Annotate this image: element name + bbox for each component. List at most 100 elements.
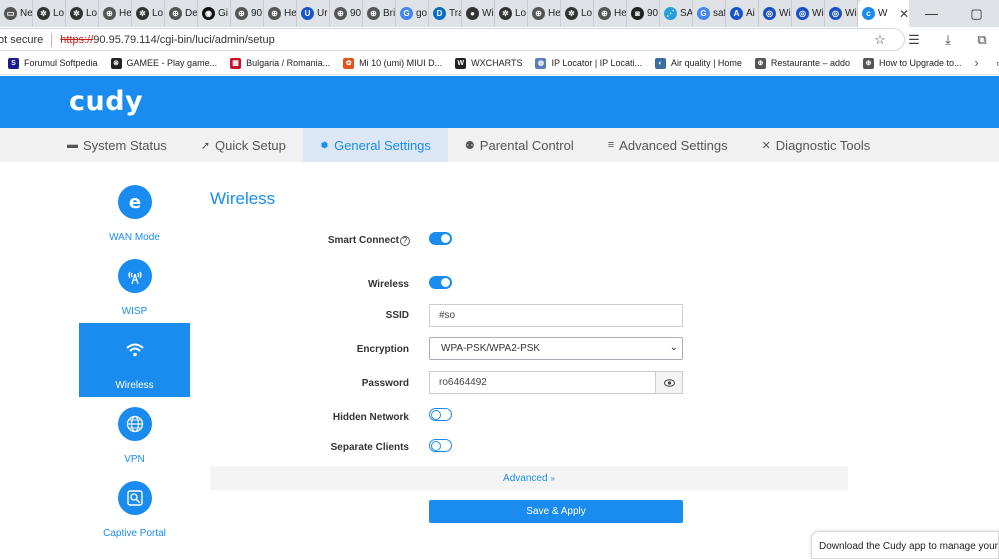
help-icon[interactable]: ?	[400, 236, 410, 246]
browser-tab[interactable]: ⊕ 90	[330, 0, 363, 27]
bookmark-item[interactable]: ⊕ How to Upgrade to...	[862, 57, 962, 69]
nav-tab-system-status[interactable]: ▬ System Status	[50, 128, 184, 162]
side-item-label: WISP	[121, 306, 148, 317]
address-separator	[51, 32, 53, 47]
browser-tab[interactable]: A Ai	[726, 0, 759, 27]
nav-tab-quick-setup[interactable]: ➚ Quick Setup	[184, 128, 303, 162]
nav-tab-general-settings[interactable]: ✹ General Settings	[302, 128, 448, 162]
bookmarks-more-icon[interactable]: ›	[975, 56, 979, 70]
side-item-wireless[interactable]: Wireless	[79, 323, 190, 397]
browser-tab[interactable]: ◎ Wi	[825, 0, 858, 27]
browser-tab[interactable]: ⊕ He	[528, 0, 561, 27]
hidden-network-toggle[interactable]	[429, 408, 452, 421]
encryption-value: WPA-PSK/WPA2-PSK	[441, 343, 541, 354]
u-icon: U	[301, 7, 314, 20]
browser-tab-active[interactable]: c W ✕	[858, 0, 914, 27]
bookmark-label: Air quality | Home	[671, 58, 742, 68]
browser-tab[interactable]: ⋰ SA	[660, 0, 693, 27]
app-download-banner[interactable]: Download the Cudy app to manage your net…	[811, 531, 999, 559]
browser-tab[interactable]: ✲ Lo	[33, 0, 66, 27]
browser-tab[interactable]: ⊕ He	[99, 0, 132, 27]
nav-tab-advanced-settings[interactable]: ≡ Advanced Settings	[591, 128, 745, 162]
globe-icon: ⊕	[754, 57, 766, 69]
browser-tab[interactable]: ✲ Lo	[66, 0, 99, 27]
bookmark-item[interactable]: ⊗ GAMEE - Play game...	[110, 57, 217, 69]
browser-tab[interactable]: ✲ Lo	[132, 0, 165, 27]
browser-tab[interactable]: ◉ Gi	[198, 0, 231, 27]
side-item-captive-portal[interactable]: Captive Portal	[79, 471, 190, 545]
tab-label: Ne	[20, 8, 33, 19]
browser-tab[interactable]: U Ur	[297, 0, 330, 27]
page-title: Wireless	[210, 189, 276, 208]
security-indicator[interactable]: ot secure	[0, 34, 43, 46]
softpedia-icon: S	[8, 57, 19, 69]
globe-icon: ⊕	[367, 7, 380, 20]
smart-connect-toggle[interactable]	[429, 232, 452, 245]
bookmark-item[interactable]: S Forumul Softpedia	[8, 57, 98, 69]
browser-tab[interactable]: Ggo	[396, 0, 429, 27]
globe-icon: ⊕	[169, 7, 182, 20]
browser-tab[interactable]: ✲ Lo	[561, 0, 594, 27]
separate-clients-toggle[interactable]	[429, 439, 452, 452]
close-tab-icon[interactable]: ✕	[899, 7, 909, 21]
smart-connect-text: Smart Connect	[327, 235, 399, 246]
encryption-select[interactable]: WPA-PSK/WPA2-PSK ⌄	[429, 337, 683, 360]
side-item-vpn[interactable]: VPN	[79, 397, 190, 471]
browser-tab[interactable]: ● Wi	[462, 0, 495, 27]
collections-icon[interactable]: ⧉	[965, 32, 999, 48]
bookmark-item[interactable]: ⊕ Restaurante – addo	[754, 57, 850, 69]
favorites-icon[interactable]: ☰	[897, 32, 931, 48]
browser-tab[interactable]: ⊕ 90	[231, 0, 264, 27]
browser-tab[interactable]: ◙ 90	[627, 0, 660, 27]
bookmark-item[interactable]: ▦ Bulgaria / Romania...	[230, 57, 330, 69]
tab-label: He	[548, 8, 561, 19]
address-input[interactable]: https://90.95.79.114/cgi-bin/luci/admin/…	[60, 34, 863, 46]
side-item-label: Wireless	[115, 380, 154, 391]
browser-tab[interactable]: ◎ Wi	[759, 0, 792, 27]
advanced-toggle[interactable]: Advanced »	[210, 466, 848, 490]
tab-label: Gi	[218, 8, 228, 19]
side-menu: e WAN Mode WISP Wireless VPN Captive Portal	[79, 175, 190, 545]
circle-blue-icon: ◎	[829, 7, 842, 20]
show-password-button[interactable]	[655, 371, 683, 394]
side-item-wan-mode[interactable]: e WAN Mode	[79, 175, 190, 249]
cog-circle-icon: ✲	[70, 7, 83, 20]
bookmark-item[interactable]: ◍ IP Locator | IP Locati...	[535, 57, 642, 69]
downloads-icon[interactable]: ⤓	[931, 32, 965, 48]
cog-circle-icon: ✲	[37, 7, 50, 20]
save-apply-button[interactable]: Save & Apply	[429, 500, 683, 523]
browser-tab[interactable]: ▭ Ne	[0, 0, 33, 27]
wisp-icon	[117, 259, 152, 293]
ssid-input[interactable]: #so	[429, 304, 683, 327]
cudy-logo[interactable]: cudy	[69, 86, 143, 117]
circle-blue-icon: ◎	[763, 7, 776, 20]
bookmark-label: How to Upgrade to...	[878, 58, 962, 68]
gamee-icon: ⊗	[110, 57, 122, 69]
bookmark-item[interactable]: ◐ Air quality | Home	[655, 57, 742, 69]
tab-label: Bri	[383, 8, 396, 19]
browser-tab[interactable]: Gsaf	[693, 0, 726, 27]
browser-tab[interactable]: ⊕ Bri	[363, 0, 396, 27]
tab-label: He	[284, 8, 297, 19]
wan-icon: e	[117, 185, 152, 219]
browser-tab[interactable]: ⊕ He	[264, 0, 297, 27]
password-input[interactable]: ro6464492	[429, 371, 656, 394]
favorite-star-icon[interactable]: ☆	[863, 32, 897, 48]
window-controls: — ▢	[909, 0, 999, 27]
side-item-wisp[interactable]: WISP	[79, 249, 190, 323]
smart-connect-label: Smart Connect?	[210, 235, 410, 246]
tab-label: He	[614, 8, 627, 19]
bookmark-item[interactable]: ✿ Mi 10 (umi) MIUI D...	[343, 57, 442, 69]
nav-tab-diagnostic-tools[interactable]: ✕ Diagnostic Tools	[745, 128, 888, 162]
browser-tab[interactable]: ◎ Wi	[792, 0, 825, 27]
browser-tab[interactable]: ✲ Lo	[495, 0, 528, 27]
minimize-button[interactable]: —	[909, 0, 954, 27]
nav-tab-parental-control[interactable]: ⚉ Parental Control	[448, 128, 591, 162]
browser-tab[interactable]: ⊕ De	[165, 0, 198, 27]
browser-tab[interactable]: DTra	[429, 0, 462, 27]
browser-tab[interactable]: ⊕ He	[594, 0, 627, 27]
circle-icon: ●	[466, 7, 479, 20]
maximize-button[interactable]: ▢	[954, 0, 999, 27]
wireless-toggle[interactable]	[429, 276, 452, 289]
bookmark-item[interactable]: W WXCHARTS	[455, 57, 522, 69]
